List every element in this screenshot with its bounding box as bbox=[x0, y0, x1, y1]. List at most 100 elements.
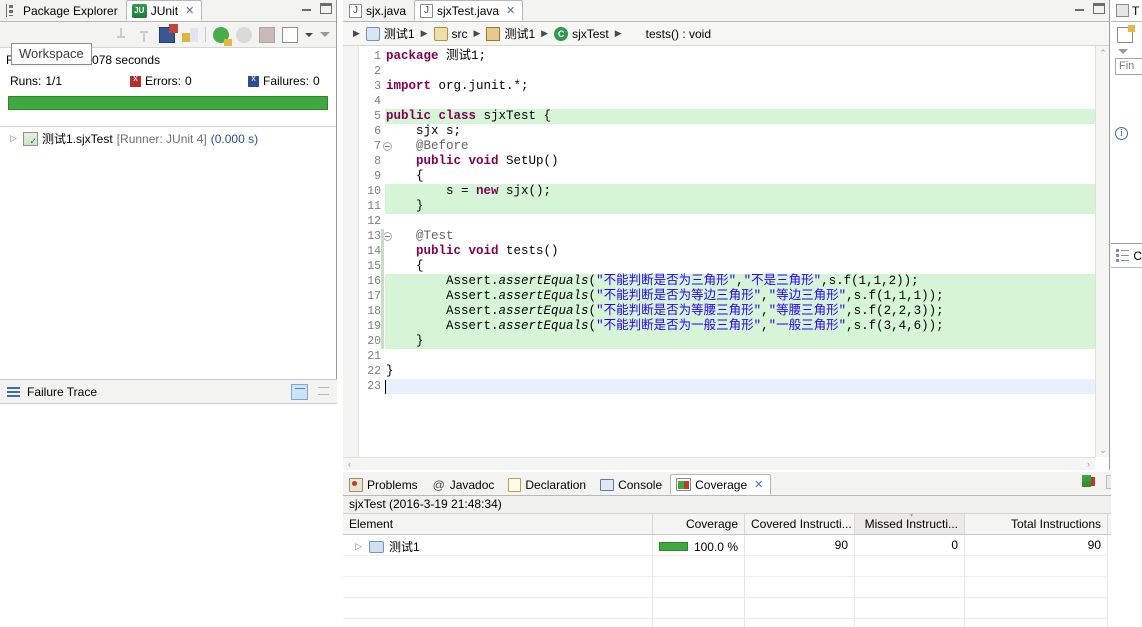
breadcrumb-item-method[interactable]: tests() : void bbox=[628, 27, 711, 41]
breadcrumb-chevron-icon[interactable]: ▶ bbox=[421, 28, 428, 39]
code-line[interactable]: package 测试1; bbox=[385, 49, 1095, 64]
close-icon[interactable]: ✕ bbox=[185, 4, 194, 17]
breadcrumb-item-src[interactable]: src bbox=[433, 26, 468, 41]
close-icon[interactable]: ✕ bbox=[506, 4, 515, 17]
previous-failure-icon[interactable] bbox=[136, 26, 152, 43]
coverage-table[interactable]: Element Coverage Covered Instructi... Mi… bbox=[343, 514, 1142, 627]
test-run-history-icon[interactable] bbox=[282, 26, 298, 43]
test-class-icon bbox=[23, 131, 38, 147]
code-line[interactable]: Assert.assertEquals("不能判断是否为等腰三角形","等腰三角… bbox=[385, 304, 1095, 319]
tab-javadoc[interactable]: @ Javadoc bbox=[426, 474, 503, 495]
code-line[interactable] bbox=[385, 64, 1095, 79]
code-line[interactable]: } bbox=[385, 364, 1095, 379]
code-line[interactable] bbox=[385, 214, 1095, 229]
table-row-empty[interactable] bbox=[343, 598, 1142, 619]
cell-coverage: 100.0 % bbox=[653, 535, 745, 556]
code-line[interactable]: } bbox=[385, 334, 1095, 349]
code-line[interactable]: public class sjxTest { bbox=[385, 109, 1095, 124]
source-code[interactable]: package 测试1; import org.junit.*; public … bbox=[385, 49, 1095, 394]
code-editor-area[interactable]: 1 2 3 4 5 6 7 8 9 10 11 12 13 14 15 16 17 18 19 20 21 22 23 pa… bbox=[343, 46, 1109, 470]
next-failure-icon[interactable] bbox=[113, 26, 129, 43]
package-explorer-icon bbox=[6, 4, 19, 17]
tab-label: JUnit bbox=[150, 3, 179, 18]
show-failures-only-icon[interactable] bbox=[159, 23, 178, 43]
maximize-icon[interactable] bbox=[320, 2, 332, 14]
tab-label: Problems bbox=[367, 477, 418, 492]
right-panel-tabbar[interactable]: T bbox=[1111, 0, 1142, 22]
maximize-icon[interactable] bbox=[1093, 2, 1105, 14]
code-line[interactable] bbox=[385, 94, 1095, 109]
table-row[interactable]: ▷ 测试1 100.0 % 90 0 90 bbox=[343, 535, 1142, 556]
tab-sjxtest-java[interactable]: sjxTest.java ✕ bbox=[414, 0, 524, 21]
code-line[interactable] bbox=[385, 349, 1095, 364]
code-line[interactable] bbox=[385, 379, 1095, 394]
table-row-empty[interactable] bbox=[343, 556, 1142, 577]
code-line[interactable]: public void tests() bbox=[385, 244, 1095, 259]
column-header-missed-instructions[interactable]: Missed Instructi... ▾ bbox=[855, 514, 965, 534]
code-line[interactable]: Assert.assertEquals("不能判断是否为一般三角形","一般三角… bbox=[385, 319, 1095, 334]
breadcrumb-item-project[interactable]: 测试1 bbox=[365, 25, 415, 42]
view-menu-dropdown-icon[interactable] bbox=[305, 32, 313, 37]
view-menu-icon[interactable] bbox=[320, 32, 330, 37]
minimize-icon[interactable] bbox=[301, 2, 314, 14]
tab-problems[interactable]: Problems bbox=[343, 474, 426, 495]
junit-test-tree[interactable]: ▷ 测试1.sjxTest [Runner: JUnit 4] (0.000 s… bbox=[0, 126, 336, 376]
tab-declaration[interactable]: Declaration bbox=[502, 474, 594, 495]
editor-horizontal-scrollbar[interactable]: ‹ › bbox=[343, 457, 1095, 470]
breadcrumb-chevron-icon[interactable]: ▶ bbox=[615, 28, 622, 39]
new-document-icon[interactable] bbox=[1117, 25, 1135, 43]
code-line[interactable]: { bbox=[385, 169, 1095, 184]
tab-package-explorer[interactable]: Package Explorer bbox=[0, 0, 126, 21]
tab-coverage[interactable]: Coverage ✕ bbox=[670, 474, 772, 495]
line-number: 15 bbox=[367, 260, 381, 273]
code-line[interactable]: Assert.assertEquals("不能判断是否为三角形","不是三角形"… bbox=[385, 274, 1095, 289]
scroll-left-icon[interactable]: ‹ bbox=[343, 458, 356, 470]
tab-console[interactable]: Console bbox=[594, 474, 670, 495]
column-header-total-instructions[interactable]: Total Instructions bbox=[965, 514, 1108, 534]
code-line[interactable]: @Before bbox=[385, 139, 1095, 154]
coverage-session-icon[interactable] bbox=[1082, 475, 1098, 489]
code-line[interactable]: sjx s; bbox=[385, 124, 1095, 139]
breadcrumb-item-class[interactable]: C sjxTest bbox=[554, 26, 609, 41]
tab-sjx-java[interactable]: sjx.java bbox=[343, 0, 414, 21]
scroll-down-icon[interactable]: ⌄ bbox=[1096, 443, 1109, 457]
tree-item-test[interactable]: ▷ 测试1.sjxTest [Runner: JUnit 4] (0.000 s… bbox=[0, 127, 336, 147]
breadcrumb-chevron-icon[interactable]: ▶ bbox=[474, 28, 481, 39]
breadcrumb-item-package[interactable]: 测试1 bbox=[486, 25, 535, 42]
close-icon[interactable]: ✕ bbox=[754, 478, 763, 491]
code-line[interactable]: import org.junit.*; bbox=[385, 79, 1095, 94]
code-line[interactable]: public void SetUp() bbox=[385, 154, 1095, 169]
chevron-right-icon[interactable]: ▷ bbox=[10, 134, 19, 143]
maximize-pane-icon[interactable] bbox=[314, 384, 331, 400]
code-line[interactable]: { bbox=[385, 259, 1095, 274]
code-line[interactable]: Assert.assertEquals("不能判断是否为等边三角形","等边三角… bbox=[385, 289, 1095, 304]
breadcrumb-chevron-icon[interactable]: ▶ bbox=[353, 28, 360, 39]
scroll-up-icon[interactable]: ⌃ bbox=[1096, 46, 1109, 60]
right-panel-lower-body bbox=[1111, 268, 1142, 627]
scroll-right-icon[interactable]: › bbox=[1082, 458, 1095, 470]
column-header-coverage[interactable]: Coverage bbox=[653, 514, 745, 534]
find-input[interactable]: Fin bbox=[1115, 58, 1142, 75]
lock-scroll-icon[interactable] bbox=[182, 26, 198, 43]
breadcrumb-label: 测试1 bbox=[504, 27, 536, 41]
coverage-table-body[interactable]: ▷ 测试1 100.0 % 90 0 90 bbox=[343, 535, 1142, 627]
table-row-empty[interactable] bbox=[343, 577, 1142, 598]
editor-vertical-scrollbar[interactable]: ⌃ ⌄ bbox=[1095, 46, 1109, 457]
breadcrumb-chevron-icon[interactable]: ▶ bbox=[541, 28, 548, 39]
chevron-right-icon[interactable]: ▷ bbox=[355, 542, 364, 551]
column-header-element[interactable]: Element bbox=[343, 514, 653, 534]
filter-stack-trace-icon[interactable] bbox=[291, 384, 308, 400]
code-line[interactable]: s = new sjx(); bbox=[385, 184, 1095, 199]
column-header-covered-instructions[interactable]: Covered Instructi... bbox=[745, 514, 855, 534]
rerun-failed-tests-icon[interactable] bbox=[236, 26, 252, 43]
editor-gutter[interactable] bbox=[343, 46, 359, 457]
view-menu-dropdown-icon[interactable] bbox=[1118, 49, 1128, 54]
code-line[interactable]: } bbox=[385, 199, 1095, 214]
right-panel-lower-tabbar[interactable]: C bbox=[1111, 244, 1142, 268]
code-line[interactable]: @Test bbox=[385, 229, 1095, 244]
tab-junit[interactable]: JUnit ✕ bbox=[125, 0, 203, 21]
stop-icon[interactable] bbox=[259, 26, 275, 43]
minimize-icon[interactable] bbox=[1074, 2, 1087, 14]
rerun-test-icon[interactable] bbox=[213, 26, 232, 46]
table-row-empty[interactable] bbox=[343, 619, 1142, 627]
